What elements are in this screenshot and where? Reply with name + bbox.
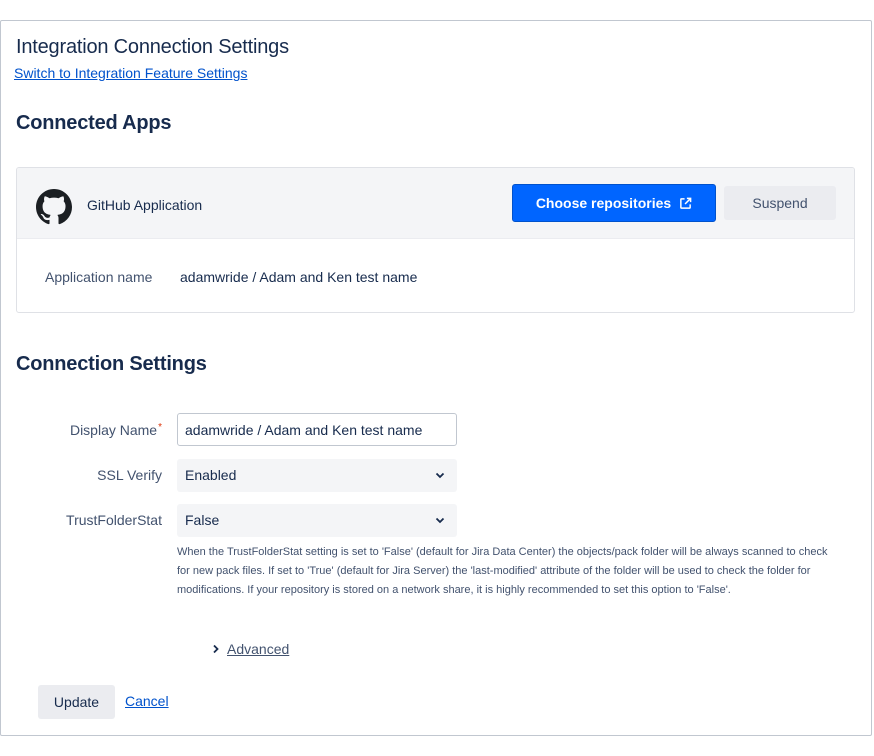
ssl-verify-select[interactable]: Enabled bbox=[177, 459, 457, 492]
trust-folder-stat-value: False bbox=[185, 512, 220, 528]
advanced-toggle[interactable]: Advanced bbox=[211, 641, 289, 657]
required-mark: * bbox=[158, 422, 162, 433]
external-link-icon bbox=[680, 197, 692, 209]
switch-to-feature-settings-link[interactable]: Switch to Integration Feature Settings bbox=[14, 65, 247, 81]
page-title: Integration Connection Settings bbox=[16, 36, 289, 58]
connected-apps-title: Connected Apps bbox=[16, 112, 172, 134]
chevron-down-icon bbox=[435, 472, 445, 479]
app-title: GitHub Application bbox=[87, 197, 203, 213]
ssl-verify-label: SSL Verify bbox=[97, 467, 162, 483]
chevron-down-icon bbox=[435, 517, 445, 524]
github-app-card: GitHub Application Choose repositories S… bbox=[16, 167, 855, 313]
application-name-label: Application name bbox=[45, 269, 153, 285]
display-name-label: Display Name* bbox=[70, 422, 162, 438]
cancel-link[interactable]: Cancel bbox=[125, 693, 169, 709]
github-icon bbox=[36, 189, 72, 225]
connection-settings-title: Connection Settings bbox=[16, 353, 207, 375]
choose-repositories-button[interactable]: Choose repositories bbox=[512, 184, 716, 222]
advanced-label: Advanced bbox=[227, 641, 290, 657]
display-name-input[interactable] bbox=[177, 413, 457, 446]
chevron-right-icon bbox=[213, 644, 219, 654]
suspend-button[interactable]: Suspend bbox=[724, 186, 836, 220]
trust-folder-stat-select[interactable]: False bbox=[177, 504, 457, 537]
trust-folder-stat-help: When the TrustFolderStat setting is set … bbox=[177, 546, 828, 596]
display-name-label-text: Display Name bbox=[69, 422, 158, 438]
trust-folder-stat-label: TrustFolderStat bbox=[66, 512, 162, 528]
update-button[interactable]: Update bbox=[38, 685, 115, 719]
choose-repositories-label: Choose repositories bbox=[535, 195, 672, 211]
ssl-verify-value: Enabled bbox=[185, 467, 237, 483]
application-name-value: adamwride / Adam and Ken test name bbox=[180, 269, 418, 285]
app-card-header: GitHub Application Choose repositories S… bbox=[17, 168, 854, 239]
